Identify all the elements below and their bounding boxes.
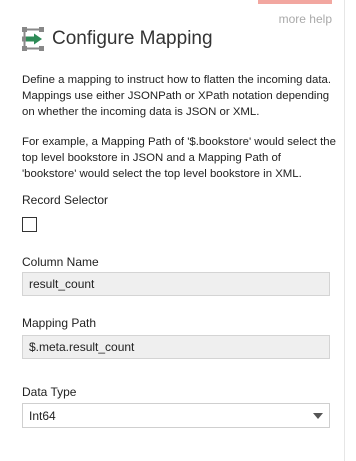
mapping-path-label: Mapping Path: [22, 316, 97, 330]
configure-mapping-panel: more help Configure Mapping Define a map…: [0, 0, 345, 461]
chevron-down-icon: [313, 413, 323, 419]
mapping-arrow-icon: [22, 27, 44, 51]
data-type-select[interactable]: Int64: [22, 403, 330, 428]
panel-header: Configure Mapping: [22, 24, 213, 54]
record-selector-label: Record Selector: [22, 193, 109, 207]
column-name-label: Column Name: [22, 255, 99, 269]
data-type-label: Data Type: [22, 385, 77, 399]
description: Define a mapping to instruct how to flat…: [22, 72, 336, 182]
column-name-input[interactable]: [22, 272, 330, 296]
data-type-value: Int64: [29, 409, 56, 423]
mapping-path-input[interactable]: [22, 335, 330, 359]
more-help-link[interactable]: more help: [258, 12, 332, 26]
description-paragraph: Define a mapping to instruct how to flat…: [22, 74, 331, 118]
help-tab: more help: [258, 0, 332, 32]
record-selector-checkbox[interactable]: [22, 217, 37, 232]
panel-title: Configure Mapping: [52, 28, 213, 49]
description-example: For example, a Mapping Path of '$.bookst…: [22, 136, 336, 180]
